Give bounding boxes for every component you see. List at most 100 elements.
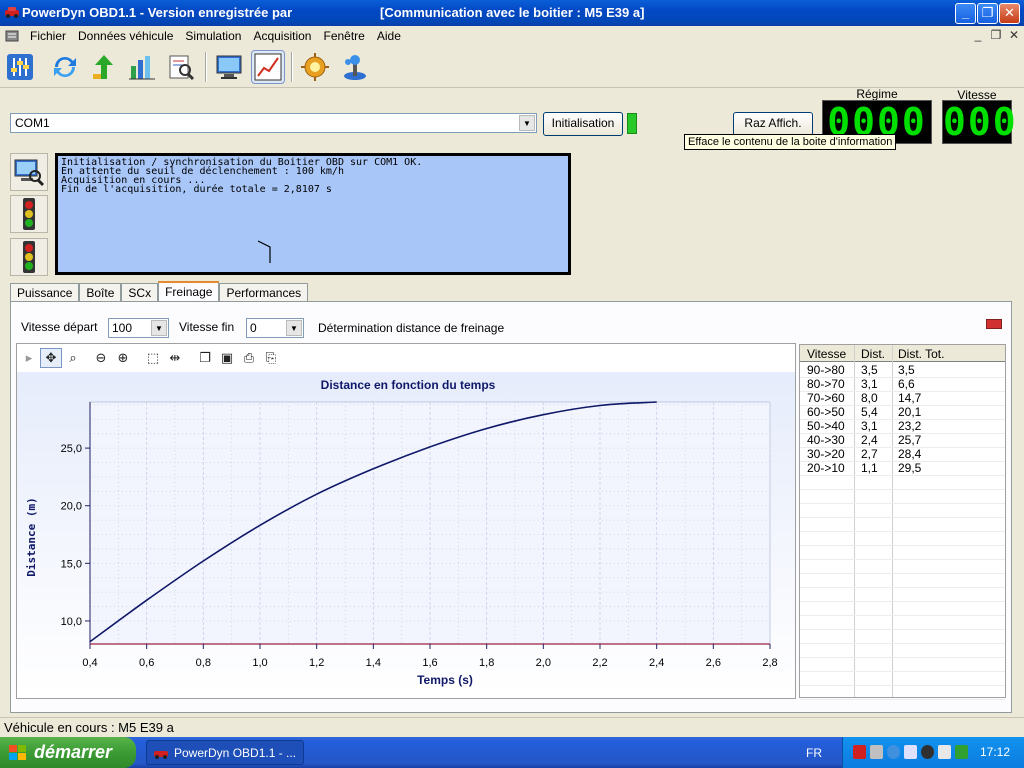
mdi-minimize-button[interactable]: _ bbox=[970, 28, 986, 42]
print-preview-icon[interactable]: ⎘ bbox=[260, 348, 282, 368]
zoom-region-icon[interactable]: ⌕ bbox=[62, 348, 84, 368]
traffic-light-button-1[interactable] bbox=[10, 195, 48, 233]
tab-scx[interactable]: SCx bbox=[121, 283, 159, 302]
raz-affich-button[interactable]: Raz Affich. bbox=[733, 112, 813, 136]
status-bar: Véhicule en cours : M5 E39 a bbox=[0, 717, 1024, 737]
table-row bbox=[800, 545, 1005, 546]
document-menu-icon[interactable] bbox=[4, 29, 20, 43]
table-cell: 50->40 bbox=[807, 419, 845, 433]
select-rect-icon[interactable]: ⬚ bbox=[142, 348, 164, 368]
maximize-button[interactable]: ❐ bbox=[977, 3, 998, 24]
bar-chart-icon[interactable] bbox=[125, 50, 159, 84]
header-dist[interactable]: Dist. bbox=[856, 347, 885, 361]
table-cell: 60->50 bbox=[807, 405, 845, 419]
start-label: démarrer bbox=[34, 742, 113, 762]
freinage-description: Détermination distance de freinage bbox=[318, 321, 505, 335]
tab-boite[interactable]: Boîte bbox=[79, 283, 122, 302]
volume-icon[interactable] bbox=[938, 745, 951, 759]
window-status-title: [Communication avec le boitier : M5 E39 … bbox=[380, 5, 645, 20]
menu-fichier[interactable]: Fichier bbox=[24, 28, 72, 44]
table-cell: 2,7 bbox=[861, 447, 878, 461]
print-icon[interactable]: ⎙ bbox=[238, 348, 260, 368]
play-icon[interactable]: ▸ bbox=[18, 348, 40, 368]
table-cell: 3,5 bbox=[861, 363, 878, 377]
window-title: PowerDyn OBD1.1 - Version enregistrée pa… bbox=[22, 5, 293, 20]
parameters-row: Vitesse départ 100 ▼ Vitesse fin 0 ▼ Dét… bbox=[18, 317, 1006, 341]
x-tick-label: 0,4 bbox=[82, 657, 97, 669]
monitor-icon[interactable] bbox=[212, 50, 246, 84]
cursor-split-icon[interactable]: ⇹ bbox=[164, 348, 186, 368]
tab-puissance[interactable]: Puissance bbox=[10, 283, 80, 302]
mdi-close-button[interactable]: ✕ bbox=[1006, 28, 1022, 42]
save-icon[interactable]: ▣ bbox=[216, 348, 238, 368]
minimize-button[interactable]: _ bbox=[955, 3, 976, 24]
table-cell: 3,1 bbox=[861, 377, 878, 391]
table-row bbox=[800, 475, 1005, 476]
header-vitesse[interactable]: Vitesse bbox=[802, 347, 846, 361]
table-row bbox=[800, 573, 1005, 574]
gear-sun-icon[interactable] bbox=[298, 50, 332, 84]
chevron-down-icon[interactable]: ▼ bbox=[151, 320, 167, 336]
start-button[interactable]: démarrer bbox=[0, 737, 136, 768]
pan-icon[interactable]: ✥ bbox=[40, 348, 62, 368]
chevron-down-icon[interactable]: ▼ bbox=[286, 320, 302, 336]
usb-icon[interactable] bbox=[904, 745, 917, 759]
network-icon[interactable] bbox=[870, 745, 883, 759]
close-button[interactable]: ✕ bbox=[999, 3, 1020, 24]
menu-donnees-vehicule[interactable]: Données véhicule bbox=[72, 28, 179, 44]
y-tick-label: 15,0 bbox=[61, 558, 82, 570]
menu-fenetre[interactable]: Fenêtre bbox=[317, 28, 370, 44]
mdi-restore-button[interactable]: ❐ bbox=[988, 28, 1004, 42]
security-icon[interactable] bbox=[955, 745, 968, 759]
table-cell: 20,1 bbox=[898, 405, 922, 419]
joystick-icon[interactable] bbox=[338, 50, 372, 84]
search-report-icon[interactable] bbox=[164, 50, 198, 84]
close-panel-icon[interactable] bbox=[986, 319, 1002, 329]
raz-tooltip: Efface le contenu de la boite d'informat… bbox=[684, 134, 897, 150]
distance-table: Vitesse Dist. Dist. Tot. 90->80 3,5 3,5 80-… bbox=[799, 344, 1006, 700]
chevron-down-icon[interactable]: ▼ bbox=[519, 115, 535, 131]
table-row bbox=[800, 489, 1005, 490]
menu-aide[interactable]: Aide bbox=[371, 28, 407, 44]
menu-acquisition[interactable]: Acquisition bbox=[247, 28, 317, 44]
sync-icon[interactable] bbox=[887, 745, 900, 759]
table-cell: 70->60 bbox=[807, 391, 845, 405]
regime-label: Régime bbox=[856, 87, 898, 101]
table-cell: 20->10 bbox=[807, 461, 845, 475]
x-tick-label: 2,6 bbox=[706, 657, 721, 669]
arrows-up-icon[interactable] bbox=[87, 50, 121, 84]
table-cell: 25,7 bbox=[898, 433, 922, 447]
taskbar-item-powerdyn[interactable]: PowerDyn OBD1.1 - ... bbox=[146, 740, 304, 765]
computer-connect-button[interactable] bbox=[10, 153, 48, 191]
chart-toolbar: ▸ ✥ ⌕ ⊖ ⊕ ⬚ ⇹ ❐ ▣ ⎙ ⎘ bbox=[18, 347, 282, 369]
settings-sliders-icon[interactable] bbox=[3, 50, 37, 84]
zoom-in-icon[interactable]: ⊕ bbox=[112, 348, 134, 368]
header-dist-tot[interactable]: Dist. Tot. bbox=[893, 347, 944, 361]
table-row bbox=[800, 517, 1005, 518]
table-row bbox=[800, 559, 1005, 560]
tab-freinage[interactable]: Freinage bbox=[158, 281, 220, 302]
initialisation-button[interactable]: Initialisation bbox=[543, 112, 623, 136]
zoom-out-icon[interactable]: ⊖ bbox=[90, 348, 112, 368]
copy-icon[interactable]: ❐ bbox=[194, 348, 216, 368]
vitesse-display: 000 bbox=[942, 100, 1018, 144]
tab-performances[interactable]: Performances bbox=[219, 283, 309, 302]
y-axis-label: Distance (m) bbox=[25, 497, 38, 576]
vitesse-fin-label: Vitesse fin bbox=[179, 320, 235, 334]
table-row bbox=[800, 629, 1005, 630]
x-tick-label: 0,6 bbox=[139, 657, 154, 669]
antivirus-icon[interactable] bbox=[853, 745, 866, 759]
menu-simulation[interactable]: Simulation bbox=[179, 28, 247, 44]
com-port-value: COM1 bbox=[15, 116, 50, 130]
x-tick-label: 1,6 bbox=[422, 657, 437, 669]
vitesse-depart-select[interactable]: 100 ▼ bbox=[108, 318, 169, 338]
traffic-light-button-2[interactable] bbox=[10, 238, 48, 276]
windows-logo-icon bbox=[9, 744, 26, 760]
media-icon[interactable] bbox=[921, 745, 934, 759]
menu-bar: Fichier Données véhicule Simulation Acqu… bbox=[0, 26, 1024, 46]
com-port-select[interactable]: COM1 ▼ bbox=[10, 113, 537, 133]
language-indicator[interactable]: FR bbox=[806, 746, 822, 760]
vitesse-fin-select[interactable]: 0 ▼ bbox=[246, 318, 304, 338]
line-chart-icon[interactable] bbox=[251, 50, 285, 84]
refresh-icon[interactable] bbox=[48, 50, 82, 84]
